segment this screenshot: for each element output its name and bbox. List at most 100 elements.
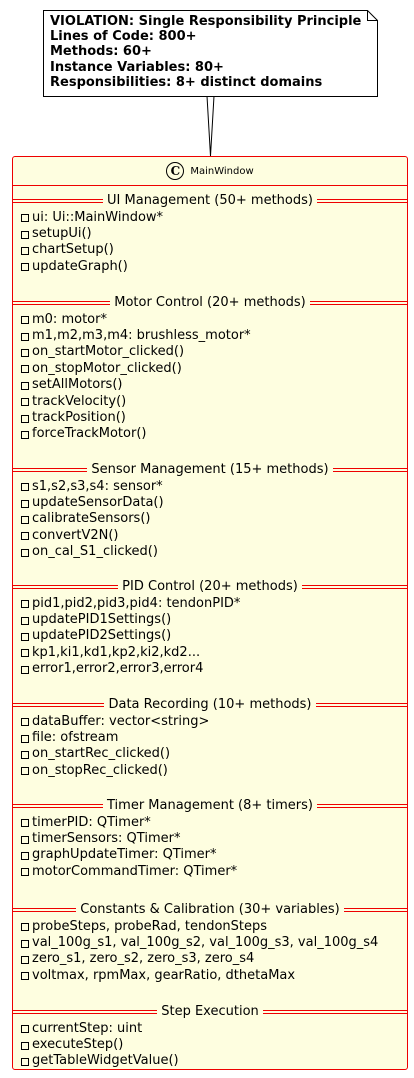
note-line: Responsibilities: 8+ distinct domains <box>50 74 323 90</box>
section-separator: Data Recording (10+ methods) <box>13 697 407 713</box>
member-text: on_stopRec_clicked() <box>32 762 168 778</box>
class-member: on_stopMotor_clicked() <box>13 360 407 376</box>
member-text: chartSetup() <box>32 242 114 258</box>
class-member: on_startMotor_clicked() <box>13 344 407 360</box>
class-member: val_100g_s1, val_100g_s2, val_100g_s3, v… <box>13 934 407 950</box>
private-visibility-icon <box>21 263 29 272</box>
member-text: trackPosition() <box>32 410 126 426</box>
section-title: Motor Control (20+ methods) <box>110 295 310 311</box>
private-visibility-icon <box>21 214 29 223</box>
section-separator: Sensor Management (15+ methods) <box>13 462 407 478</box>
member-text: ui: Ui::MainWindow* <box>32 209 164 225</box>
member-text: forceTrackMotor() <box>32 426 147 442</box>
class-header: C MainWindow <box>13 157 407 186</box>
member-text: voltmax, rpmMax, gearRatio, dthetaMax <box>32 967 296 983</box>
member-text: s1,s2,s3,s4: sensor* <box>32 478 163 494</box>
member-text: on_startRec_clicked() <box>32 746 171 762</box>
section-title: PID Control (20+ methods) <box>118 579 302 595</box>
private-visibility-icon <box>21 365 29 374</box>
class-member: convertV2N() <box>13 527 407 543</box>
class-member: motorCommandTimer: QTimer* <box>13 863 407 879</box>
member-text: currentStep: uint <box>32 1020 143 1036</box>
class-member: pid1,pid2,pid3,pid4: tendonPID* <box>13 595 407 611</box>
section-title: UI Management (50+ methods) <box>103 193 317 209</box>
private-visibility-icon <box>21 246 29 255</box>
private-visibility-icon <box>21 939 29 948</box>
class-section: Data Recording (10+ methods) dataBuffer: … <box>13 697 407 779</box>
member-text: convertV2N() <box>32 527 119 543</box>
class-section: Step Execution currentStep: uint executeSt… <box>13 1004 407 1069</box>
member-text: updatePID1Settings() <box>32 612 172 628</box>
class-section: Constants & Calibration (30+ variables) p… <box>13 902 407 984</box>
class-stereotype-icon: C <box>166 162 185 180</box>
section-title: Timer Management (8+ timers) <box>103 798 317 814</box>
class-member: updatePID2Settings() <box>13 628 407 644</box>
class-member: timerSensors: QTimer* <box>13 830 407 846</box>
member-text: motorCommandTimer: QTimer* <box>32 863 238 879</box>
class-member: probeSteps, probeRad, tendonSteps <box>13 918 407 934</box>
private-visibility-icon <box>21 734 29 743</box>
class-member: executeStep() <box>13 1036 407 1052</box>
private-visibility-icon <box>21 600 29 609</box>
private-visibility-icon <box>21 414 29 423</box>
member-text: val_100g_s1, val_100g_s2, val_100g_s3, v… <box>32 935 379 951</box>
private-visibility-icon <box>21 1025 29 1034</box>
class-member: on_stopRec_clicked() <box>13 762 407 778</box>
class-member: kp1,ki1,kd1,kp2,ki2,kd2... <box>13 644 407 660</box>
member-text: executeStep() <box>32 1037 124 1053</box>
class-member: m1,m2,m3,m4: brushless_motor* <box>13 327 407 343</box>
private-visibility-icon <box>21 515 29 524</box>
note-line: Instance Variables: 80+ <box>50 59 224 75</box>
private-visibility-icon <box>21 767 29 776</box>
member-text: graphUpdateTimer: QTimer* <box>32 847 217 863</box>
section-title: Step Execution <box>157 1004 263 1020</box>
member-text: getTableWidgetValue() <box>32 1053 179 1069</box>
section-separator: Step Execution <box>13 1004 407 1020</box>
member-text: on_cal_S1_clicked() <box>32 544 158 560</box>
member-text: on_startMotor_clicked() <box>32 344 185 360</box>
section-title: Data Recording (10+ methods) <box>104 697 316 713</box>
private-visibility-icon <box>21 332 29 341</box>
section-separator: UI Management (50+ methods) <box>13 193 407 209</box>
class-member: calibrateSensors() <box>13 511 407 527</box>
member-text: zero_s1, zero_s2, zero_s3, zero_s4 <box>32 951 255 967</box>
member-text: updateSensorData() <box>32 495 164 511</box>
class-member: ui: Ui::MainWindow* <box>13 209 407 225</box>
private-visibility-icon <box>21 851 29 860</box>
private-visibility-icon <box>21 665 29 674</box>
class-name: MainWindow <box>190 165 254 177</box>
private-visibility-icon <box>21 483 29 492</box>
class-member: trackPosition() <box>13 409 407 425</box>
member-text: updateGraph() <box>32 258 128 274</box>
class-member: on_startRec_clicked() <box>13 746 407 762</box>
private-visibility-icon <box>21 1041 29 1050</box>
member-text: on_stopMotor_clicked() <box>32 360 182 376</box>
private-visibility-icon <box>21 499 29 508</box>
class-member: on_cal_S1_clicked() <box>13 544 407 560</box>
class-member: file: ofstream <box>13 729 407 745</box>
member-text: dataBuffer: vector<string> <box>32 713 210 729</box>
class-member: error1,error2,error3,error4 <box>13 661 407 677</box>
section-separator: Constants & Calibration (30+ variables) <box>13 902 407 918</box>
member-text: pid1,pid2,pid3,pid4: tendonPID* <box>32 595 241 611</box>
class-mainwindow: C MainWindow UI Management (50+ methods)… <box>12 156 408 1070</box>
member-text: kp1,ki1,kd1,kp2,ki2,kd2... <box>32 644 201 660</box>
member-text: m1,m2,m3,m4: brushless_motor* <box>32 328 251 344</box>
private-visibility-icon <box>21 718 29 727</box>
private-visibility-icon <box>21 548 29 557</box>
class-section: PID Control (20+ methods) pid1,pid2,pid3,… <box>13 579 407 677</box>
private-visibility-icon <box>21 532 29 541</box>
violation-note: VIOLATION: Single Responsibility Princip… <box>50 14 361 90</box>
private-visibility-icon <box>21 616 29 625</box>
note-line: Methods: 60+ <box>50 44 152 60</box>
private-visibility-icon <box>21 316 29 325</box>
private-visibility-icon <box>21 750 29 759</box>
member-text: updatePID2Settings() <box>32 628 172 644</box>
class-member: updateSensorData() <box>13 494 407 510</box>
member-text: m0: motor* <box>32 311 107 327</box>
private-visibility-icon <box>21 430 29 439</box>
section-title: Constants & Calibration (30+ variables) <box>76 902 344 918</box>
class-section: Sensor Management (15+ methods) s1,s2,s3,… <box>13 462 407 560</box>
private-visibility-icon <box>21 835 29 844</box>
class-section: UI Management (50+ methods) ui: Ui::MainW… <box>13 193 407 275</box>
